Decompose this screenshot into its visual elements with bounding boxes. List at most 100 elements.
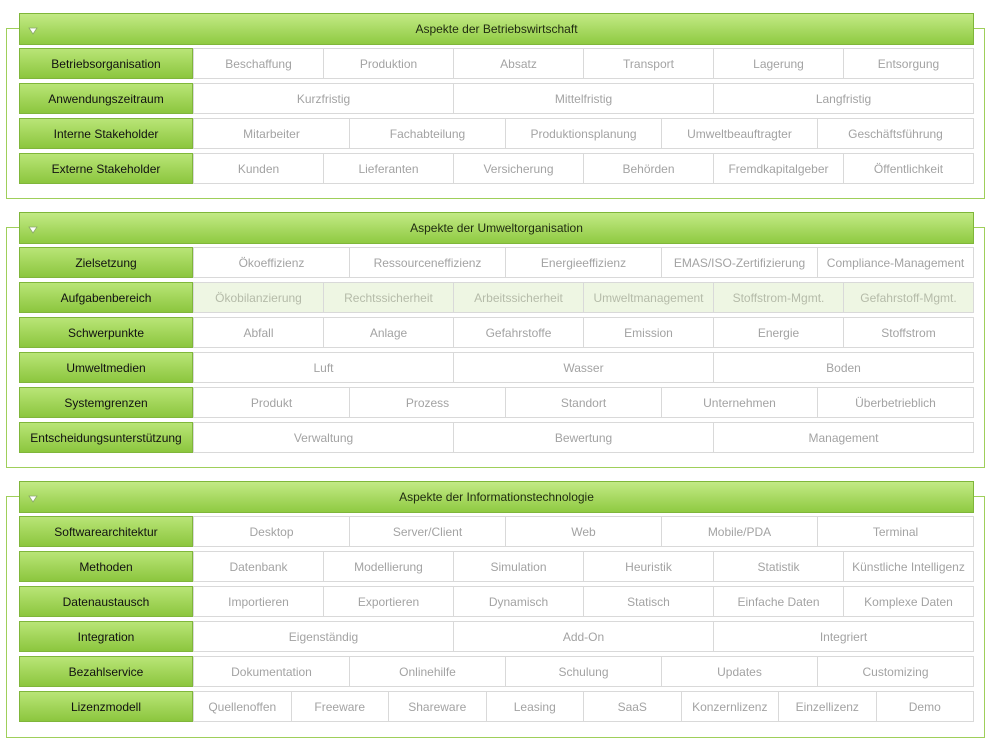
option-group: Beschaffung Produktion Absatz Transport Lage… (193, 48, 974, 79)
option-konzernlizenz[interactable]: Konzernlizenz (680, 691, 779, 722)
option-anlage[interactable]: Anlage (323, 317, 454, 348)
option-fremdkapitalgeber[interactable]: Fremdkapitalgeber (713, 153, 844, 184)
option-compliance-management[interactable]: Compliance-Management (817, 247, 974, 278)
option-produkt[interactable]: Produkt (193, 387, 350, 418)
panel-header[interactable]: Aspekte der Betriebswirtschaft (19, 13, 974, 45)
option-group: Abfall Anlage Gefahrstoffe Emission Energie S… (193, 317, 974, 348)
option-quellenoffen[interactable]: Quellenoffen (193, 691, 292, 722)
option-integriert[interactable]: Integriert (713, 621, 974, 652)
option-onlinehilfe[interactable]: Onlinehilfe (349, 656, 506, 687)
option-gefahrstoffe[interactable]: Gefahrstoffe (453, 317, 584, 348)
option-customizing[interactable]: Customizing (817, 656, 974, 687)
option-lagerung[interactable]: Lagerung (713, 48, 844, 79)
option-stoffstrom[interactable]: Stoffstrom (843, 317, 974, 348)
option-einfache-daten[interactable]: Einfache Daten (713, 586, 844, 617)
option-management[interactable]: Management (713, 422, 974, 453)
option-heuristik[interactable]: Heuristik (583, 551, 714, 582)
option-absatz[interactable]: Absatz (453, 48, 584, 79)
option-kuenstliche-intelligenz[interactable]: Künstliche Intelligenz (843, 551, 974, 582)
row-label: Umweltmedien (19, 352, 193, 383)
option-mittelfristig[interactable]: Mittelfristig (453, 83, 714, 114)
option-group: Quellenoffen Freeware Shareware Leasing SaaS… (193, 691, 974, 722)
row-externe-stakeholder: Externe Stakeholder Kunden Lieferanten Vers… (19, 153, 974, 184)
row-label: Externe Stakeholder (19, 153, 193, 184)
option-boden[interactable]: Boden (713, 352, 974, 383)
option-mobile-pda[interactable]: Mobile/PDA (661, 516, 818, 547)
option-add-on[interactable]: Add-On (453, 621, 714, 652)
collapse-triangle-icon[interactable] (28, 225, 38, 235)
option-unternehmen[interactable]: Unternehmen (661, 387, 818, 418)
option-modellierung[interactable]: Modellierung (323, 551, 454, 582)
panel-header[interactable]: Aspekte der Umweltorganisation (19, 212, 974, 244)
option-bewertung[interactable]: Bewertung (453, 422, 714, 453)
option-server-client[interactable]: Server/Client (349, 516, 506, 547)
option-importieren[interactable]: Importieren (193, 586, 324, 617)
row-label: Methoden (19, 551, 193, 582)
option-produktionsplanung[interactable]: Produktionsplanung (505, 118, 662, 149)
option-luft[interactable]: Luft (193, 352, 454, 383)
option-datenbank[interactable]: Datenbank (193, 551, 324, 582)
option-schulung[interactable]: Schulung (505, 656, 662, 687)
option-stoffstrom-mgmt[interactable]: Stoffstrom-Mgmt. (713, 282, 844, 313)
option-wasser[interactable]: Wasser (453, 352, 714, 383)
option-emas-iso-zertifizierung[interactable]: EMAS/ISO-Zertifizierung (661, 247, 818, 278)
option-transport[interactable]: Transport (583, 48, 714, 79)
row-umweltmedien: Umweltmedien Luft Wasser Boden (19, 352, 974, 383)
option-leasing[interactable]: Leasing (485, 691, 584, 722)
option-gefahrstoff-mgmt[interactable]: Gefahrstoff-Mgmt. (843, 282, 974, 313)
option-energieeffizienz[interactable]: Energieeffizienz (505, 247, 662, 278)
row-label: Softwarearchitektur (19, 516, 193, 547)
option-dynamisch[interactable]: Dynamisch (453, 586, 584, 617)
option-oeffentlichkeit[interactable]: Öffentlichkeit (843, 153, 974, 184)
option-abfall[interactable]: Abfall (193, 317, 324, 348)
option-fachabteilung[interactable]: Fachabteilung (349, 118, 506, 149)
option-saas[interactable]: SaaS (583, 691, 682, 722)
option-umweltmanagement[interactable]: Umweltmanagement (583, 282, 714, 313)
collapse-triangle-icon[interactable] (28, 26, 38, 36)
option-desktop[interactable]: Desktop (193, 516, 350, 547)
collapse-triangle-icon[interactable] (28, 494, 38, 504)
option-energie[interactable]: Energie (713, 317, 844, 348)
option-arbeitssicherheit[interactable]: Arbeitssicherheit (453, 282, 584, 313)
option-dokumentation[interactable]: Dokumentation (193, 656, 350, 687)
option-standort[interactable]: Standort (505, 387, 662, 418)
option-freeware[interactable]: Freeware (290, 691, 389, 722)
option-komplexe-daten[interactable]: Komplexe Daten (843, 586, 974, 617)
option-exportieren[interactable]: Exportieren (323, 586, 454, 617)
option-einzellizenz[interactable]: Einzellizenz (778, 691, 877, 722)
option-beschaffung[interactable]: Beschaffung (193, 48, 324, 79)
option-produktion[interactable]: Produktion (323, 48, 454, 79)
option-prozess[interactable]: Prozess (349, 387, 506, 418)
option-emission[interactable]: Emission (583, 317, 714, 348)
option-kunden[interactable]: Kunden (193, 153, 324, 184)
option-updates[interactable]: Updates (661, 656, 818, 687)
option-verwaltung[interactable]: Verwaltung (193, 422, 454, 453)
option-kurzfristig[interactable]: Kurzfristig (193, 83, 454, 114)
option-oekobilanzierung[interactable]: Ökobilanzierung (193, 282, 324, 313)
option-ueberbetrieblich[interactable]: Überbetrieblich (817, 387, 974, 418)
option-geschaeftsfuehrung[interactable]: Geschäftsführung (817, 118, 974, 149)
option-mitarbeiter[interactable]: Mitarbeiter (193, 118, 350, 149)
row-label: Entscheidungsunterstützung (19, 422, 193, 453)
option-langfristig[interactable]: Langfristig (713, 83, 974, 114)
option-umweltbeauftragter[interactable]: Umweltbeauftragter (661, 118, 818, 149)
option-oekoeffizienz[interactable]: Ökoeffizienz (193, 247, 350, 278)
option-simulation[interactable]: Simulation (453, 551, 584, 582)
option-entsorgung[interactable]: Entsorgung (843, 48, 974, 79)
option-web[interactable]: Web (505, 516, 662, 547)
option-lieferanten[interactable]: Lieferanten (323, 153, 454, 184)
row-softwarearchitektur: Softwarearchitektur Desktop Server/Client W… (19, 516, 974, 547)
panel-header[interactable]: Aspekte der Informationstechnologie (19, 481, 974, 513)
option-statisch[interactable]: Statisch (583, 586, 714, 617)
option-demo[interactable]: Demo (875, 691, 974, 722)
option-versicherung[interactable]: Versicherung (453, 153, 584, 184)
option-shareware[interactable]: Shareware (388, 691, 487, 722)
option-behoerden[interactable]: Behörden (583, 153, 714, 184)
option-statistik[interactable]: Statistik (713, 551, 844, 582)
option-eigenstaendig[interactable]: Eigenständig (193, 621, 454, 652)
option-rechtssicherheit[interactable]: Rechtssicherheit (323, 282, 454, 313)
option-ressourceneffizienz[interactable]: Ressourceneffizienz (349, 247, 506, 278)
option-terminal[interactable]: Terminal (817, 516, 974, 547)
aspect-rows: Softwarearchitektur Desktop Server/Client W… (19, 516, 974, 726)
row-label: Datenaustausch (19, 586, 193, 617)
